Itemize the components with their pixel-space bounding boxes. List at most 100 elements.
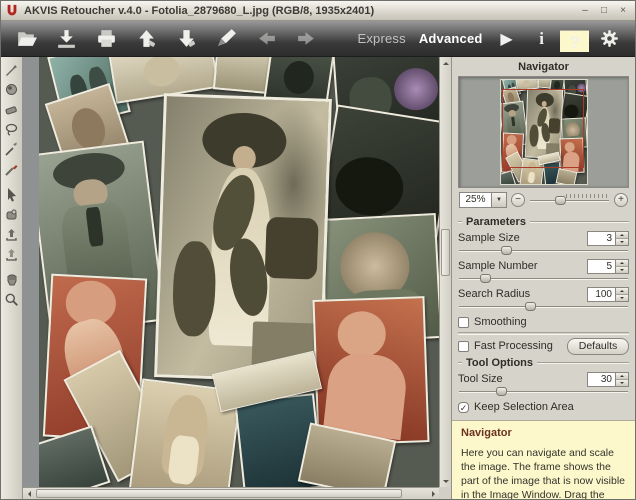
navigator-panel-title: Navigator [458, 61, 629, 76]
zoom-value-field[interactable]: 25% [459, 192, 492, 208]
horizontal-scroll-thumb[interactable] [36, 489, 402, 498]
sample-number-label: Sample Number [458, 260, 537, 272]
zoom-controls: 25% ▼ − + [458, 188, 629, 213]
canvas-area [23, 57, 451, 499]
search-radius-value[interactable]: 100 [587, 287, 616, 302]
left-tool-strip [1, 57, 23, 499]
tab-express[interactable]: Express [357, 31, 405, 46]
smoothing-label: Smoothing [474, 316, 527, 328]
tab-advanced[interactable]: Advanced [419, 31, 483, 46]
selection-sphere-tool[interactable] [3, 80, 21, 98]
hints-title: Navigator [461, 427, 626, 439]
magic-wand-tool[interactable] [3, 140, 21, 158]
zoom-dropdown-button[interactable]: ▼ [492, 192, 507, 208]
search-radius-spinbox[interactable]: 100 [587, 287, 629, 302]
stamp-icon [4, 207, 19, 222]
akvis-logo-icon [5, 4, 19, 18]
collage-photo [154, 93, 332, 382]
settings-panel: Navigator 25% ▼ − + Parameters [451, 57, 635, 499]
export-strokes-button[interactable] [133, 26, 160, 51]
tool-size-slider-handle[interactable] [496, 387, 507, 396]
image-window[interactable] [23, 57, 439, 487]
help-button[interactable]: ? [560, 30, 589, 52]
smoothing-checkbox[interactable] [458, 317, 469, 328]
zoom-in-button[interactable]: + [614, 193, 628, 207]
run-button[interactable]: ▶ [496, 28, 518, 50]
title-bar[interactable]: AKVIS Retoucher v.4.0 - Fotolia_2879680_… [1, 1, 635, 21]
tool-size-value[interactable]: 30 [587, 372, 616, 387]
upload-strokes-tool[interactable] [3, 225, 21, 243]
keypoint-brush-tool[interactable] [3, 160, 21, 178]
preferences-button[interactable] [596, 26, 623, 51]
export-selection-button[interactable] [173, 26, 200, 51]
search-radius-label: Search Radius [458, 288, 530, 300]
zoom-slider[interactable] [529, 194, 610, 207]
close-button[interactable]: × [617, 6, 629, 16]
app-window: AKVIS Retoucher v.4.0 - Fotolia_2879680_… [0, 0, 636, 500]
vertical-scrollbar[interactable] [439, 57, 451, 487]
marker-pen-icon [215, 28, 238, 49]
tool-size-spinbox[interactable]: 30 [587, 372, 629, 387]
minimize-button[interactable]: – [579, 6, 591, 16]
eraser-tool[interactable] [3, 100, 21, 118]
marker-button[interactable] [213, 26, 240, 51]
zoom-slider-handle[interactable] [555, 196, 566, 205]
forward-arrow-icon [295, 28, 318, 49]
navigator-thumbnail[interactable] [501, 80, 587, 184]
sphere-icon [4, 82, 19, 97]
sample-number-slider-handle[interactable] [480, 274, 491, 283]
upload-selection-tool[interactable] [3, 245, 21, 263]
hand-icon [4, 272, 19, 287]
print-icon [95, 28, 118, 49]
scroll-down-arrow[interactable] [440, 475, 452, 487]
sample-size-slider-handle[interactable] [501, 246, 512, 255]
horizontal-scrollbar[interactable] [23, 487, 439, 499]
sample-size-label: Sample Size [458, 232, 520, 244]
open-button[interactable] [13, 26, 40, 51]
search-radius-slider-handle[interactable] [525, 302, 536, 311]
redo-button[interactable] [293, 26, 320, 51]
vertical-scroll-thumb[interactable] [441, 229, 450, 276]
selection-pencil-tool[interactable] [3, 60, 21, 78]
zoom-tool[interactable] [3, 290, 21, 308]
magic-wand-icon [4, 142, 19, 157]
save-button[interactable] [53, 26, 80, 51]
sample-size-spinbox[interactable]: 3 [587, 231, 629, 246]
search-radius-slider[interactable] [458, 302, 629, 312]
fast-processing-label: Fast Processing [474, 340, 553, 352]
clone-stamp-tool[interactable] [3, 205, 21, 223]
window-title: AKVIS Retoucher v.4.0 - Fotolia_2879680_… [24, 5, 374, 17]
sample-size-value[interactable]: 3 [587, 231, 616, 246]
sample-size-slider[interactable] [458, 246, 629, 256]
hand-tool[interactable] [3, 270, 21, 288]
pencil-icon [4, 62, 19, 77]
undo-button[interactable] [253, 26, 280, 51]
navigator-view-frame[interactable] [502, 89, 584, 168]
about-button[interactable]: i [531, 28, 553, 50]
sample-number-value[interactable]: 5 [587, 259, 616, 274]
scroll-right-arrow[interactable] [427, 488, 439, 500]
scroll-left-arrow[interactable] [23, 488, 35, 500]
defaults-button[interactable]: Defaults [567, 338, 629, 355]
photo-collage-image[interactable] [39, 57, 439, 487]
open-icon [15, 28, 38, 49]
zoom-out-button[interactable]: − [511, 193, 525, 207]
keep-selection-checkbox[interactable]: ✓ [458, 402, 469, 413]
fast-processing-checkbox[interactable] [458, 341, 469, 352]
print-button[interactable] [93, 26, 120, 51]
arrow-up-tool-icon [135, 28, 158, 49]
sample-number-spinbox[interactable]: 5 [587, 259, 629, 274]
move-tool[interactable] [3, 185, 21, 203]
maximize-button[interactable]: □ [598, 6, 610, 16]
tool-size-down-arrow[interactable] [616, 379, 628, 386]
sample-number-slider[interactable] [458, 274, 629, 284]
scroll-up-arrow[interactable] [440, 57, 452, 69]
hints-text: Here you can navigate and scale the imag… [461, 447, 626, 499]
navigator-preview-area[interactable] [458, 76, 629, 188]
tool-size-slider[interactable] [458, 387, 629, 397]
search-radius-down-arrow[interactable] [616, 294, 628, 301]
sample-size-down-arrow[interactable] [616, 238, 628, 245]
sample-number-down-arrow[interactable] [616, 266, 628, 273]
lasso-tool[interactable] [3, 120, 21, 138]
keep-selection-label: Keep Selection Area [474, 401, 574, 413]
